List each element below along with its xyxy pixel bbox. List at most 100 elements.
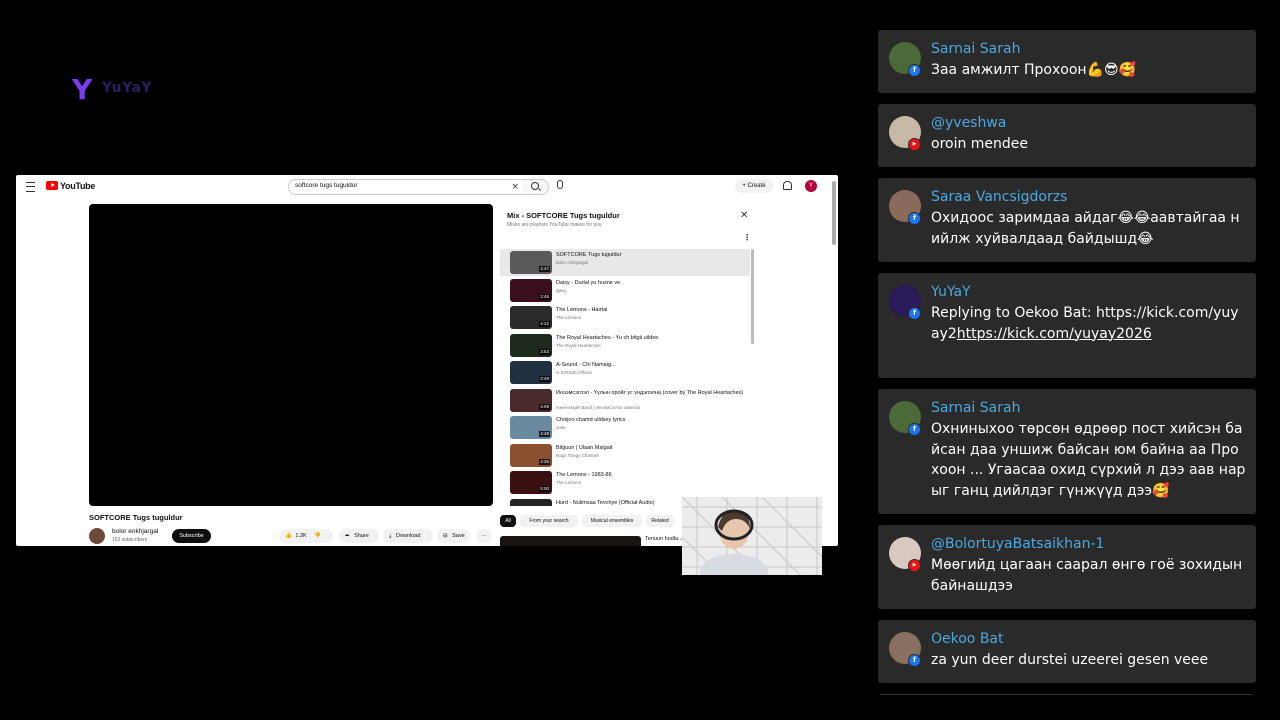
chip-all[interactable]: All <box>500 515 516 527</box>
download-icon: ⤓ <box>389 533 392 539</box>
playlist-item-title[interactable]: The Lemons - Hairtai <box>556 307 746 314</box>
share-icon: ➦ <box>345 533 350 539</box>
playlist-item-channel: Ineemseglel Band | Инээмсэглэл хамтлаг <box>556 404 641 410</box>
chip-from-your-search[interactable]: From your search <box>520 515 578 527</box>
playlist-item-thumbnail[interactable] <box>510 498 552 506</box>
playlist-item-channel: Даку <box>556 287 566 293</box>
live-chat-panel: f Sarnai Sarah Заа амжилт Прохоон💪😎🥰 ▶ @… <box>878 30 1256 710</box>
facebook-icon: f <box>908 654 921 667</box>
playlist-item-thumbnail[interactable]: 4:25 <box>510 443 552 467</box>
mix-title: Mix - SOFTCORE Tugs tuguldur <box>507 211 620 220</box>
share-button[interactable]: ➦ Share <box>339 529 379 543</box>
playlist-item-channel: The Lemons <box>556 480 582 485</box>
playlist-items: 4:47 SOFTCORE Tugs tuguldur bolor enkhjarg… <box>500 249 756 506</box>
youtube-header: YouTube softcore tugs tuguldur × + Creat… <box>16 175 838 199</box>
playlist-item-thumbnail[interactable]: 4:22 <box>510 306 552 329</box>
kick-link[interactable]: https://kick.com/yuyay2026 <box>957 326 1152 342</box>
menu-icon[interactable] <box>26 182 35 192</box>
like-icon[interactable]: 👍 <box>285 529 292 543</box>
chat-username: Sarnai Sarah <box>931 41 1021 57</box>
related-video-thumbnail[interactable] <box>500 536 641 546</box>
related-filter-chips: All From your search Musical ensembles R… <box>500 515 700 529</box>
playlist-item[interactable]: 4:09 Инээмсэглэл - Үүлын оройг ус үндэлэл… <box>500 387 750 414</box>
chat-text: Replying to Oekoo Bat: https://kick.com/… <box>931 303 1247 344</box>
playlist-item-duration: 4:25 <box>539 458 550 465</box>
mix-playlist-panel: Mix - SOFTCORE Tugs tuguldur Mixes are p… <box>500 204 756 541</box>
facebook-icon: f <box>908 64 921 77</box>
playlist-item-thumbnail[interactable]: 3:49 <box>510 361 552 384</box>
clear-search-icon[interactable]: × <box>511 181 519 193</box>
playlist-item-duration: 4:09 <box>539 403 550 410</box>
chat-message: f Oekoo Bat za yun deer durstei uzeerei … <box>878 620 1256 683</box>
mix-subtitle: Mixes are playlists YouTube makes for yo… <box>507 222 602 228</box>
chat-username: Oekoo Bat <box>931 631 1004 647</box>
close-playlist-icon[interactable]: ✕ <box>740 211 748 221</box>
download-button[interactable]: ⤓ Download <box>383 529 433 543</box>
playlist-item-title[interactable]: SOFTCORE Tugs tuguldur <box>556 252 746 259</box>
subscribe-button[interactable]: Subscribe <box>172 529 211 543</box>
logo-mark-icon: Y <box>72 73 93 106</box>
page-scrollbar[interactable] <box>832 181 836 245</box>
playlist-item[interactable]: 3:46 Daisy - Durlal yu husne ve Даку <box>500 277 750 304</box>
playlist-item-title[interactable]: Daisy - Durlal yu husne ve <box>556 280 746 287</box>
playlist-item[interactable]: 3:49 A-Sound - Chi Namaig... A-SOUND Offic… <box>500 359 750 386</box>
youtube-brand[interactable]: YouTube <box>60 181 95 191</box>
playlist-item[interactable]: 3:53 The Royal Heartaches - Yu ch bitgii … <box>500 332 750 359</box>
chat-message: f Saraa Vancsigdorzs Охидоос заримдаа ай… <box>878 178 1256 262</box>
like-count[interactable]: 1.2K <box>295 529 306 543</box>
playlist-item[interactable]: 5:00 The Lemons - 1983-86 The Lemons <box>500 469 750 496</box>
search-input[interactable]: softcore tugs tuguldur × <box>288 179 524 195</box>
playlist-item-thumbnail[interactable]: 5:00 <box>510 471 552 494</box>
playlist-item-channel: Jolie <box>556 425 566 430</box>
notifications-bell-icon[interactable] <box>783 181 792 190</box>
chip-related[interactable]: Related <box>646 515 674 527</box>
search-button[interactable] <box>522 179 549 195</box>
playlist-item-thumbnail[interactable]: 3:46 <box>510 278 552 302</box>
dislike-icon[interactable]: 👎 <box>314 529 321 543</box>
video-player[interactable] <box>89 204 493 506</box>
playlist-item-duration: 5:00 <box>539 486 550 492</box>
youtube-logo-icon[interactable] <box>46 181 58 190</box>
channel-logo: Y YuYaY <box>70 72 170 106</box>
playlist-item-duration: 4:47 <box>539 266 550 272</box>
chat-message: f Sarnai Sarah Заа амжилт Прохоон💪😎🥰 <box>878 30 1256 93</box>
playlist-item-title[interactable]: A-Sound - Chi Namaig... <box>556 362 746 369</box>
playlist-item-thumbnail[interactable]: 3:53 <box>510 333 552 357</box>
playlist-item[interactable]: 4:22 The Lemons - Hairtai The Lemons <box>500 304 750 331</box>
playlist-item-duration: 3:49 <box>539 376 550 382</box>
playlist-item-title[interactable]: Инээмсэглэл - Үүлын оройг ус үндэлэлна (… <box>556 390 746 397</box>
youtube-window: YouTube softcore tugs tuguldur × + Creat… <box>16 175 838 546</box>
create-button[interactable]: + Create <box>735 179 773 193</box>
save-button[interactable]: ⊟ Save <box>437 529 470 543</box>
playlist-item-title[interactable]: The Lemons - 1983-86 <box>556 472 746 479</box>
chat-message: f Sarnai Sarah Охниныхоо төрсөн өдрөөр п… <box>878 389 1256 514</box>
playlist-item[interactable]: 4:48 Choijoo chamd uildsey lyrics Jolie <box>500 414 750 441</box>
playlist-scrollbar[interactable] <box>751 249 754 344</box>
playlist-item[interactable]: 4:47 SOFTCORE Tugs tuguldur bolor enkhjarg… <box>500 249 750 276</box>
playlist-item-channel: A-SOUND Official <box>556 370 592 375</box>
playlist-item-channel: bolor enkhjargal <box>556 260 589 265</box>
more-actions-button[interactable]: ··· <box>476 529 492 543</box>
logo-wordmark: YuYaY <box>102 80 153 96</box>
chat-username: @BolortuyaBatsaikhan-1 <box>931 536 1105 552</box>
playlist-item[interactable]: 4:25 Bilguun | Ulaan Malgait Rags Tsingy C… <box>500 442 750 469</box>
playlist-item-title[interactable]: Choijoo chamd uildsey lyrics <box>556 417 746 424</box>
download-label: Download <box>395 533 421 539</box>
playlist-item-title[interactable]: The Royal Heartaches - Yu ch bitgii uild… <box>556 335 746 342</box>
playlist-more-icon[interactable]: ⋮ <box>743 234 751 242</box>
microphone-icon[interactable] <box>557 180 563 189</box>
playlist-item-thumbnail[interactable]: 4:47 <box>510 251 552 274</box>
playlist-item-title[interactable]: Bilguun | Ulaan Malgait <box>556 445 746 452</box>
playlist-item-thumbnail[interactable]: 4:48 <box>510 416 552 439</box>
channel-avatar[interactable] <box>89 528 105 544</box>
search-query: softcore tugs tuguldur <box>295 182 358 189</box>
chip-musical-ensembles[interactable]: Musical ensembles <box>582 515 642 527</box>
save-icon: ⊟ <box>443 533 448 539</box>
account-avatar[interactable]: Y <box>805 180 817 192</box>
playlist-item-thumbnail[interactable]: 4:09 <box>510 388 552 412</box>
channel-name[interactable]: bolor enkhjargal <box>112 528 158 535</box>
related-video-title[interactable]: Tenuun hudla... <box>645 536 683 542</box>
search-icon <box>531 182 539 190</box>
chat-text: Заа амжилт Прохоон💪😎🥰 <box>931 62 1136 78</box>
like-dislike-group: 👍 1.2K 👎 <box>279 529 333 543</box>
